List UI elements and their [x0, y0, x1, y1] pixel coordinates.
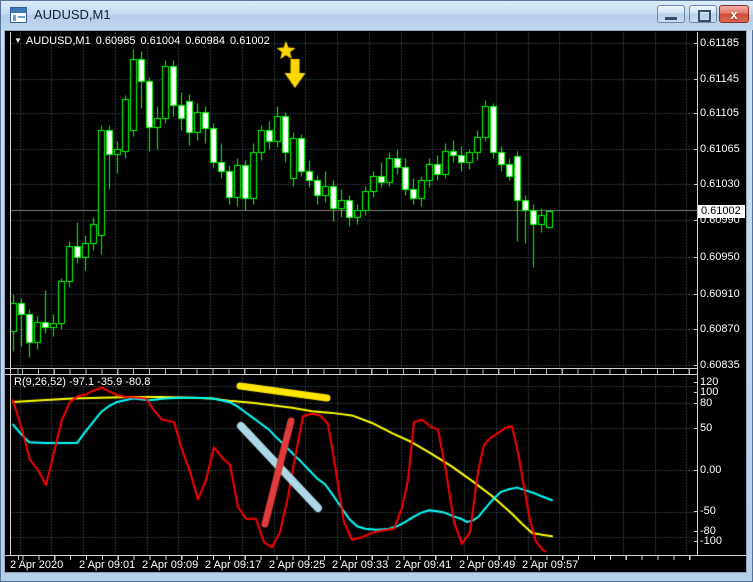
plot-left-border	[10, 32, 11, 555]
price-axis-label: 0.60910	[700, 288, 740, 300]
symbol-dropdown-icon: ▼	[14, 36, 22, 45]
chart-client-area: ▼ AUDUSD,M1 0.60985 0.61004 0.60984 0.61002 R…	[4, 30, 747, 573]
header-symbol: AUDUSD,M1	[25, 35, 91, 47]
indicator-axis-label: 0.00	[700, 464, 722, 476]
axis-tick	[694, 43, 698, 44]
header-open: 0.60985	[95, 35, 136, 47]
axis-tick	[694, 531, 698, 532]
axis-tick	[694, 365, 698, 366]
axis-tick	[694, 428, 698, 429]
axis-tick	[694, 257, 698, 258]
price-axis-label: 0.60835	[700, 359, 740, 371]
axis-tick	[694, 511, 698, 512]
axis-tick	[694, 79, 698, 80]
time-axis-label: 2 Apr 09:01	[79, 559, 136, 571]
axis-tick	[694, 184, 698, 185]
price-chart-canvas[interactable]	[10, 32, 697, 368]
axis-tick	[694, 149, 698, 150]
indicator-axis-label: -50	[700, 505, 716, 517]
price-axis-label: 0.60950	[700, 251, 740, 263]
close-button[interactable]: x	[719, 5, 749, 23]
indicator-chart-canvas[interactable]	[10, 374, 697, 555]
axis-tick	[694, 541, 698, 542]
price-axis-label: 0.61145	[700, 73, 739, 85]
price-axis-label: 0.60870	[700, 323, 740, 335]
restore-button[interactable]	[689, 5, 717, 23]
minimize-button[interactable]	[657, 5, 685, 23]
pane-divider-bottom	[5, 374, 697, 375]
axis-tick	[694, 392, 698, 393]
time-axis-label: 2 Apr 09:57	[522, 559, 579, 571]
indicator-label: R(9,26,52) -97.1 -35.9 -80.8	[14, 376, 151, 388]
axis-tick	[694, 382, 698, 383]
time-axis-label: 2 Apr 09:09	[142, 559, 199, 571]
title-bar[interactable]: AUDUSD,M1 x	[1, 1, 753, 30]
restore-icon	[698, 10, 711, 22]
current-price-badge: 0.61002	[698, 205, 745, 218]
close-icon: x	[730, 7, 738, 22]
time-axis-label: 2 Apr 2020	[10, 559, 64, 571]
price-axis-label: 0.61065	[700, 143, 740, 155]
indicator-axis-label: 80	[700, 397, 713, 409]
price-axis-label: 0.61185	[700, 37, 739, 49]
mt4-chart-window: AUDUSD,M1 x ▼ AUDUSD,M1 0.60985 0.61004 0.60…	[0, 0, 753, 582]
chart-window-icon	[10, 7, 27, 23]
axis-tick	[694, 220, 698, 221]
time-axis-label: 2 Apr 09:17	[205, 559, 262, 571]
indicator-axis-label: 50	[700, 422, 713, 434]
price-axis-label: 0.61105	[700, 107, 739, 119]
price-axis-label: 0.61030	[700, 178, 740, 190]
axis-tick	[694, 470, 698, 471]
header-close: 0.61002	[230, 35, 270, 47]
divider-ticks	[10, 369, 697, 374]
time-axis-label: 2 Apr 09:33	[332, 559, 389, 571]
axis-tick	[694, 113, 698, 114]
header-low: 0.60984	[185, 35, 226, 47]
minimize-icon	[665, 17, 677, 20]
indicator-axis-label: -100	[700, 535, 723, 547]
chart-header: ▼ AUDUSD,M1 0.60985 0.61004 0.60984 0.61002	[14, 35, 275, 47]
window-title: AUDUSD,M1	[34, 7, 111, 22]
time-axis-label: 2 Apr 09:25	[269, 559, 326, 571]
axis-tick	[694, 294, 698, 295]
axis-tick	[694, 403, 698, 404]
header-high: 0.61004	[140, 35, 181, 47]
axis-tick	[694, 329, 698, 330]
time-axis-label: 2 Apr 09:41	[395, 559, 452, 571]
time-axis-label: 2 Apr 09:49	[459, 559, 516, 571]
